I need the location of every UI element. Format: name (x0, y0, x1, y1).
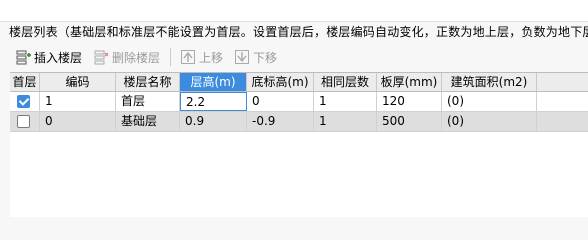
col-header-floor-height[interactable]: 层高(m) (180, 73, 247, 91)
insert-floor-label: 插入楼层 (34, 50, 83, 65)
delete-floor-icon (93, 49, 109, 65)
col-header-slab-thickness[interactable]: 板厚(mm) (377, 73, 442, 91)
toolbar-separator (170, 48, 172, 66)
floor-name-cell[interactable]: 首层 (116, 92, 180, 111)
col-header-building-area[interactable]: 建筑面积(m2) (442, 73, 537, 91)
col-header-same-floors[interactable]: 相同层数 (314, 73, 377, 91)
floor-height-input[interactable]: 2.2 (180, 92, 247, 111)
col-header-code[interactable]: 编码 (40, 73, 116, 91)
code-cell[interactable]: 0 (40, 112, 116, 131)
left-margin (0, 72, 10, 217)
first-floor-checkbox[interactable] (17, 95, 30, 108)
move-down-button[interactable]: 下移 (231, 46, 280, 68)
base-elevation-cell[interactable]: -0.9 (247, 112, 314, 131)
first-floor-cell[interactable] (10, 112, 40, 131)
first-floor-cell[interactable] (10, 92, 40, 111)
building-area-cell[interactable]: (0) (442, 112, 537, 131)
code-cell[interactable]: 1 (40, 92, 116, 111)
col-header-base-elevation[interactable]: 底标高(m) (247, 73, 314, 91)
first-floor-checkbox[interactable] (17, 115, 30, 128)
table-header: 首层 编码 楼层名称 层高(m) 底标高(m) 相同层数 板厚(mm) 建筑面积… (10, 72, 588, 92)
arrow-up-icon (180, 49, 196, 65)
slab-thickness-cell[interactable]: 500 (377, 112, 442, 131)
same-floors-cell[interactable]: 1 (314, 92, 377, 111)
floor-name-cell[interactable]: 基础层 (116, 112, 180, 131)
col-header-floor-name[interactable]: 楼层名称 (116, 73, 180, 91)
insert-floor-button[interactable]: 插入楼层 (12, 46, 85, 68)
move-up-button[interactable]: 上移 (177, 46, 226, 68)
building-area-cell[interactable]: (0) (442, 92, 537, 111)
delete-floor-label: 删除楼层 (112, 50, 161, 65)
floor-list-hint: 楼层列表（基础层和标准层不能设置为首层。设置首层后，楼层编码自动变化，正数为地上… (9, 25, 588, 39)
toolbar: 插入楼层 删除楼层 上移 下移 (0, 44, 588, 70)
slab-thickness-cell[interactable]: 120 (377, 92, 442, 111)
floor-height-cell[interactable]: 0.9 (180, 112, 247, 131)
same-floors-cell[interactable]: 1 (314, 112, 377, 131)
move-up-label: 上移 (199, 50, 224, 65)
base-elevation-cell[interactable]: 0 (247, 92, 314, 111)
insert-floor-icon (15, 49, 31, 65)
table-row[interactable]: 0 基础层 0.9 -0.9 1 500 (0) (10, 112, 588, 132)
window-top-strip (0, 0, 588, 22)
col-header-first-floor[interactable]: 首层 (10, 73, 40, 91)
table-row[interactable]: 1 首层 2.2 0 1 120 (0) (10, 92, 588, 112)
floor-table: 首层 编码 楼层名称 层高(m) 底标高(m) 相同层数 板厚(mm) 建筑面积… (10, 72, 588, 217)
move-down-label: 下移 (253, 50, 278, 65)
arrow-down-icon (234, 49, 250, 65)
delete-floor-button[interactable]: 删除楼层 (90, 46, 163, 68)
